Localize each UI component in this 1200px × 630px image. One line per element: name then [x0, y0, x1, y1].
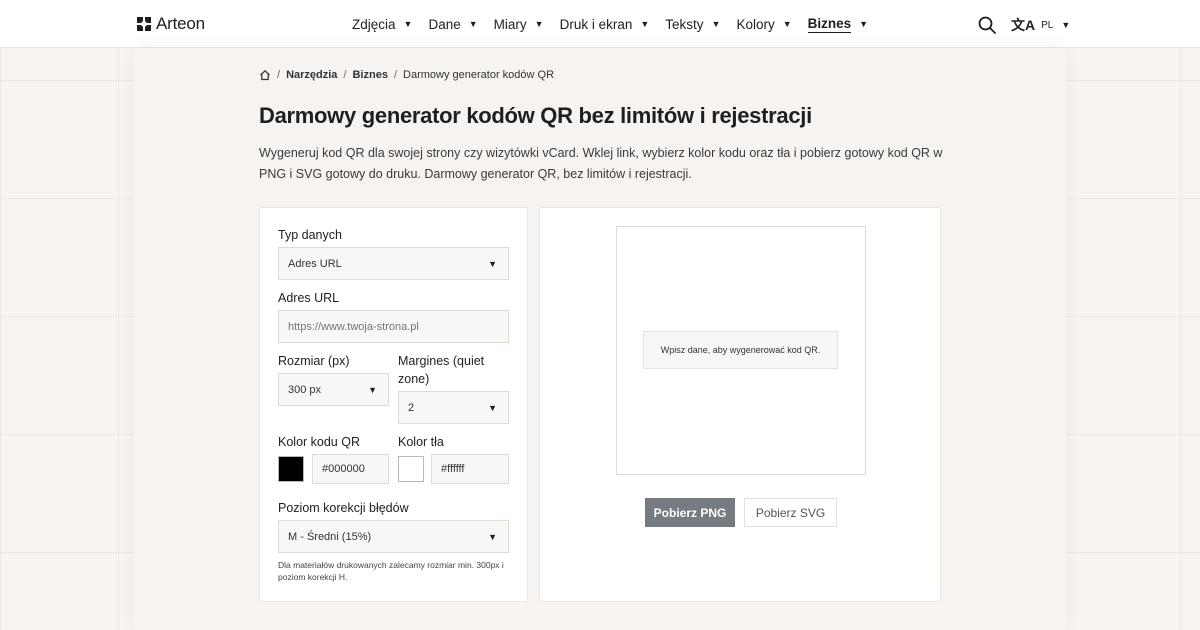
- nav-label: Druk i ekran: [559, 16, 633, 32]
- nav-item-druk-i-ekran[interactable]: Druk i ekran ▼: [560, 0, 650, 48]
- language-code: PL: [1041, 19, 1054, 31]
- main-content: / Narzędzia / Biznes / Darmowy generator…: [134, 48, 1066, 630]
- size-label: Rozmiar (px): [278, 354, 350, 368]
- nav-item-zdjecia[interactable]: Zdjęcia ▼: [352, 0, 412, 48]
- breadcrumb-link-biznes[interactable]: Biznes: [352, 69, 387, 81]
- chevron-down-icon: ▼: [640, 19, 650, 29]
- chevron-down-icon: ▼: [468, 19, 478, 29]
- nav-item-teksty[interactable]: Teksty ▼: [665, 0, 720, 48]
- bg-color-swatch[interactable]: [398, 456, 424, 482]
- qr-color-input[interactable]: #000000: [312, 454, 389, 484]
- error-correction-label: Poziom korekcji błędów: [278, 501, 409, 515]
- error-correction-select[interactable]: M - Średni (15%) ▼: [278, 520, 509, 553]
- nav-item-miary[interactable]: Miary ▼: [494, 0, 544, 48]
- data-type-value: Adres URL: [288, 257, 342, 270]
- url-input[interactable]: [278, 310, 509, 343]
- nav-item-dane[interactable]: Dane ▼: [428, 0, 477, 48]
- breadcrumb-current: Darmowy generator kodów QR: [403, 69, 555, 81]
- top-navigation-bar: Arteon Zdjęcia ▼ Dane ▼ Miary ▼ Druk i e…: [0, 0, 1200, 48]
- chevron-down-icon: ▼: [859, 19, 869, 29]
- page-title: Darmowy generator kodów QR bez limitów i…: [259, 103, 812, 128]
- margin-label: Margines (quiet zone): [398, 354, 485, 386]
- nav-item-biznes[interactable]: Biznes ▼: [807, 0, 869, 48]
- download-png-button[interactable]: Pobierz PNG: [645, 498, 735, 527]
- size-select[interactable]: 300 px ▼: [278, 373, 389, 406]
- qr-color-label: Kolor kodu QR: [278, 435, 360, 449]
- qr-color-value: #000000: [322, 463, 365, 475]
- breadcrumb-separator: /: [343, 69, 347, 81]
- brand-name: Arteon: [156, 14, 205, 33]
- bg-color-value: #ffffff: [441, 463, 465, 475]
- translate-icon: 文A: [1011, 17, 1036, 33]
- margin-select[interactable]: 2 ▼: [398, 391, 509, 424]
- search-icon[interactable]: [977, 15, 997, 35]
- nav-label: Dane: [428, 16, 461, 32]
- print-hint: Dla materiałów drukowanych zalecamy rozm…: [278, 560, 504, 582]
- breadcrumb-separator: /: [393, 69, 398, 81]
- error-correction-value: M - Średni (15%): [288, 530, 372, 543]
- url-label: Adres URL: [278, 291, 340, 305]
- chevron-down-icon: ▼: [534, 19, 544, 29]
- nav-label: Teksty: [665, 16, 704, 32]
- nav-label: Kolory: [736, 16, 775, 32]
- language-switcher[interactable]: 文A PL ▼: [1011, 15, 1070, 35]
- chevron-down-icon: ▼: [403, 19, 413, 29]
- page-description: Wygeneruj kod QR dla swojej strony czy w…: [259, 146, 943, 181]
- qr-preview-panel: Wpisz dane, aby wygenerować kod QR. Pobi…: [539, 207, 941, 602]
- data-type-label: Typ danych: [278, 228, 342, 242]
- chevron-down-icon: ▼: [488, 258, 497, 269]
- chevron-down-icon: ▼: [488, 402, 497, 413]
- nav-item-kolory[interactable]: Kolory ▼: [736, 0, 791, 48]
- nav-label: Zdjęcia: [352, 16, 396, 32]
- qr-color-swatch[interactable]: [278, 456, 304, 482]
- empty-state-message: Wpisz dane, aby wygenerować kod QR.: [643, 331, 838, 369]
- qr-settings-form: Typ danych Adres URL ▼ Adres URL Rozmiar…: [259, 207, 528, 602]
- data-type-select[interactable]: Adres URL ▼: [278, 247, 509, 280]
- nav-label: Biznes: [807, 15, 852, 33]
- bg-color-label: Kolor tła: [398, 435, 444, 449]
- margin-value: 2: [408, 401, 415, 414]
- breadcrumb-separator: /: [277, 69, 281, 81]
- chevron-down-icon: ▼: [782, 19, 792, 29]
- main-nav: Zdjęcia ▼ Dane ▼ Miary ▼ Druk i ekran ▼ …: [352, 0, 884, 48]
- size-value: 300 px: [288, 383, 322, 396]
- nav-label: Miary: [493, 16, 527, 32]
- chevron-down-icon: ▼: [711, 19, 721, 29]
- breadcrumb-link-narzedzia[interactable]: Narzędzia: [286, 69, 337, 81]
- breadcrumb: / Narzędzia / Biznes / Darmowy generator…: [259, 69, 554, 81]
- qr-canvas: Wpisz dane, aby wygenerować kod QR.: [616, 226, 866, 475]
- logo-mark-icon: [137, 16, 152, 32]
- home-icon[interactable]: [259, 69, 271, 81]
- download-svg-button[interactable]: Pobierz SVG: [744, 498, 837, 527]
- bg-color-input[interactable]: #ffffff: [431, 454, 509, 484]
- chevron-down-icon: ▼: [368, 384, 377, 395]
- chevron-down-icon: ▼: [488, 531, 497, 542]
- chevron-down-icon: ▼: [1061, 20, 1071, 30]
- brand-logo[interactable]: Arteon: [137, 14, 205, 34]
